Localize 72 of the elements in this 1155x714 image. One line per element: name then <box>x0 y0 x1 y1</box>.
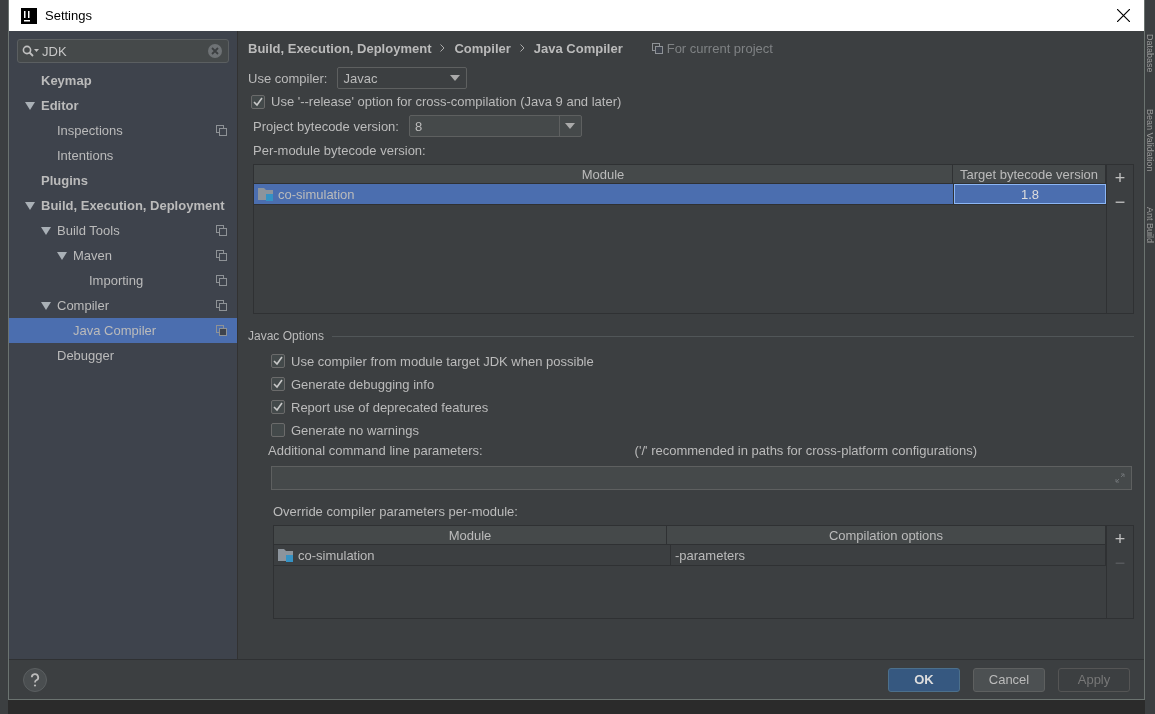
project-scope-icon <box>651 42 663 54</box>
expand-arrow-icon[interactable] <box>25 200 35 211</box>
column-header: Module <box>254 165 953 183</box>
table-cell: 1.8 <box>954 184 1106 204</box>
dropdown-arrow-icon <box>565 123 576 129</box>
tree-item[interactable]: Plugins <box>9 168 237 193</box>
checkbox-label: Report use of deprecated features <box>291 399 489 415</box>
tree-item[interactable]: Build, Execution, Deployment <box>9 193 237 218</box>
chevron-icon <box>519 44 525 52</box>
table-row[interactable]: co-simulation 1.8 <box>254 184 1106 205</box>
bytecode-version-field[interactable]: 8 <box>408 115 582 137</box>
app-logo-icon <box>21 7 37 24</box>
tree-item[interactable]: Debugger <box>9 343 237 368</box>
expand-arrow-icon[interactable] <box>57 250 67 261</box>
expand-arrow-icon[interactable] <box>41 300 51 311</box>
checkbox[interactable] <box>271 423 285 437</box>
breadcrumb-item: Compiler <box>454 40 511 56</box>
search-field[interactable]: JDK <box>17 39 229 63</box>
module-folder-icon <box>278 548 294 562</box>
ok-button[interactable]: OK <box>888 667 960 692</box>
tree-item[interactable]: Java Compiler <box>9 318 237 343</box>
expand-arrow-icon[interactable] <box>41 225 51 236</box>
dialog-button[interactable]: Cancel <box>973 667 1045 692</box>
checkbox[interactable] <box>251 94 265 109</box>
column-header: Module <box>274 526 667 544</box>
checkbox-label: Generate no warnings <box>291 422 419 438</box>
tree-item[interactable]: Compiler <box>9 293 237 318</box>
tree-item[interactable]: Maven <box>9 243 237 268</box>
search-icon <box>22 45 40 57</box>
section-label: Per-module bytecode version: <box>253 143 426 158</box>
column-header: Target bytecode version <box>953 165 1106 183</box>
breadcrumb-item: Java Compiler <box>533 40 623 56</box>
chevron-icon <box>440 44 446 52</box>
help-icon[interactable] <box>23 667 47 692</box>
checkbox[interactable] <box>271 400 285 414</box>
close-icon[interactable] <box>1117 9 1130 22</box>
checkbox-label: Use '--release' option for cross-compilation (Java 9 and later) <box>271 94 622 109</box>
table-cell: -parameters <box>671 545 1106 565</box>
remove-button[interactable]: − <box>1110 191 1130 213</box>
section-label: Override compiler parameters per-module: <box>273 504 518 519</box>
tool-window-tab[interactable]: Bean Validation <box>1145 108 1155 171</box>
tree-item[interactable]: Inspections <box>9 118 237 143</box>
window-title: Settings <box>45 8 93 23</box>
table-row[interactable]: co-simulation -parameters <box>274 545 1106 566</box>
add-button[interactable]: + <box>1110 167 1130 189</box>
module-name: co-simulation <box>278 186 355 202</box>
column-header: Compilation options <box>667 526 1106 544</box>
tool-window-tab[interactable]: Database <box>1145 34 1155 73</box>
group-title: Javac Options <box>248 329 325 343</box>
tree-item[interactable]: Editor <box>9 93 237 118</box>
compiler-dropdown[interactable]: Javac <box>337 67 468 89</box>
checkbox-label: Use compiler from module target JDK when possible <box>291 353 594 369</box>
parameters-field[interactable] <box>271 466 1132 490</box>
checkbox-label: Generate debugging info <box>291 376 435 392</box>
module-folder-icon <box>258 187 274 201</box>
add-button[interactable]: + <box>1110 528 1130 550</box>
dropdown-arrow-icon <box>450 75 461 81</box>
field-label: Project bytecode version: <box>253 118 399 134</box>
tree-item[interactable]: Intentions <box>9 143 237 168</box>
field-label: Use compiler: <box>248 70 328 86</box>
tool-window-tab[interactable]: Ant Build <box>1145 206 1155 243</box>
tree-item[interactable]: Build Tools <box>9 218 237 243</box>
hint-text: ('/' recommended in paths for cross-platform configurations) <box>634 443 977 458</box>
tree-item[interactable]: Keymap <box>9 68 237 93</box>
breadcrumb-item: Build, Execution, Deployment <box>248 40 432 56</box>
module-name: co-simulation <box>298 547 375 563</box>
field-label: Additional command line parameters: <box>268 443 483 458</box>
expand-arrow-icon[interactable] <box>25 100 35 111</box>
checkbox[interactable] <box>271 354 285 368</box>
checkbox[interactable] <box>271 377 285 391</box>
scope-note: For current project <box>666 40 773 56</box>
tree-item[interactable]: Importing <box>9 268 237 293</box>
